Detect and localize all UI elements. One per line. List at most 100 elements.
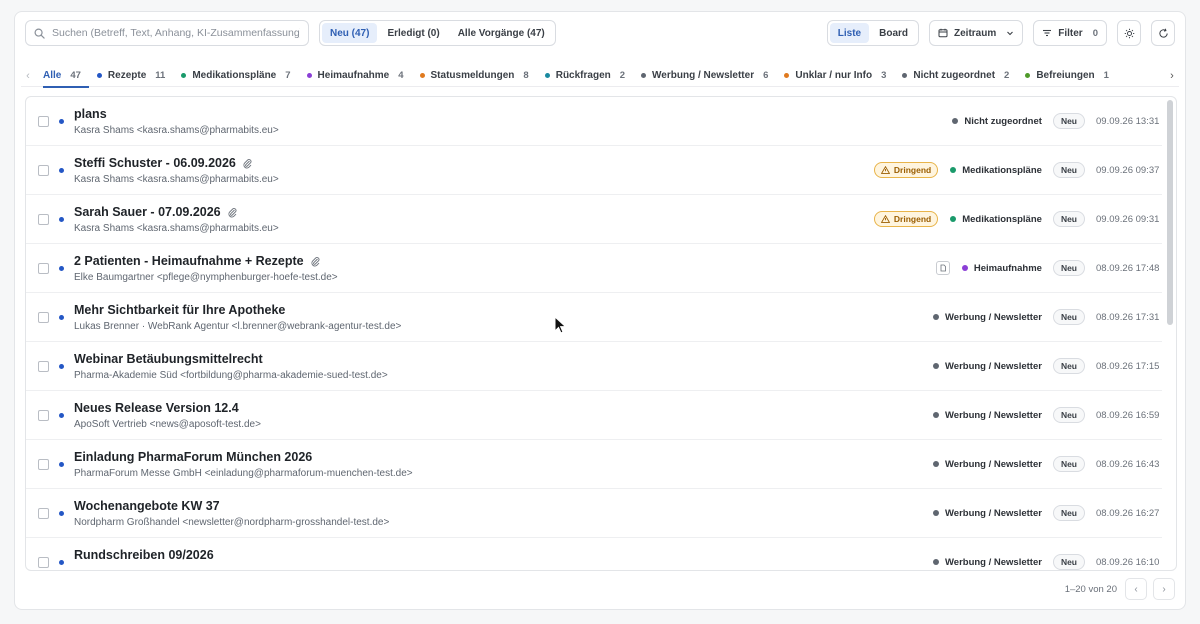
warning-icon bbox=[880, 215, 890, 223]
category-tab[interactable]: Unklar / nur Info 3 bbox=[776, 65, 894, 87]
category-dot bbox=[419, 73, 425, 78]
status-badge: Neu bbox=[1052, 407, 1085, 423]
row-meta: Werbung / Newsletter Neu 08.09.26 16:43 bbox=[932, 455, 1162, 473]
status-badge: Neu bbox=[1052, 554, 1085, 570]
unread-dot bbox=[59, 217, 64, 222]
row-sender: Pharma-Akademie Süd <fortbildung@pharma-… bbox=[74, 370, 388, 381]
category-dot bbox=[961, 265, 968, 271]
table-row[interactable]: Mehr Sichtbarkeit für Ihre Apotheke Lukas… bbox=[26, 293, 1162, 342]
row-meta: Nicht zugeordnet Neu 09.09.26 13:31 bbox=[952, 112, 1162, 130]
row-date: 09.09.26 13:31 bbox=[1096, 115, 1160, 127]
search-box[interactable] bbox=[25, 20, 309, 46]
row-subject-text: plans bbox=[74, 107, 107, 121]
table-row[interactable]: Rundschreiben 09/2026 Werbung / Newslette… bbox=[26, 538, 1162, 570]
category-tab-count: 47 bbox=[70, 70, 81, 81]
category-dot bbox=[1025, 73, 1031, 78]
category-dot bbox=[932, 461, 939, 467]
table-row[interactable]: Steffi Schuster - 06.09.2026 Kasra Shams … bbox=[26, 146, 1162, 195]
row-date: 09.09.26 09:31 bbox=[1096, 213, 1160, 225]
status-badge: Neu bbox=[1052, 505, 1085, 521]
category-dot bbox=[932, 559, 939, 565]
status-filter-all[interactable]: Alle Vorgänge (47) bbox=[450, 23, 553, 43]
status-badge: Neu bbox=[1052, 260, 1085, 276]
row-meta: Heimaufnahme Neu 08.09.26 17:48 bbox=[935, 259, 1162, 277]
category-tab-label: Nicht zugeordnet bbox=[913, 70, 996, 81]
table-row[interactable]: plans Kasra Shams <kasra.shams@pharmabits… bbox=[26, 97, 1162, 146]
row-category: Werbung / Newsletter bbox=[932, 459, 1042, 470]
category-tab-count: 2 bbox=[1004, 70, 1010, 81]
view-board-button[interactable]: Board bbox=[871, 23, 916, 43]
view-toggle: Liste Board bbox=[826, 20, 920, 46]
urgent-badge: Dringend bbox=[873, 211, 939, 227]
category-dot bbox=[932, 510, 939, 516]
document-icon[interactable] bbox=[935, 261, 950, 275]
category-tab-count: 2 bbox=[619, 70, 626, 81]
category-tab[interactable]: Heimaufnahme 4 bbox=[299, 65, 412, 87]
table-row[interactable]: Neues Release Version 12.4 ApoSoft Vertri… bbox=[26, 391, 1162, 440]
unread-dot bbox=[59, 168, 64, 173]
category-tab[interactable]: Statusmeldungen 8 bbox=[412, 65, 537, 87]
row-checkbox[interactable] bbox=[38, 116, 49, 127]
row-checkbox[interactable] bbox=[38, 508, 49, 519]
scrollbar[interactable] bbox=[1167, 100, 1173, 325]
row-subject-text: Mehr Sichtbarkeit für Ihre Apotheke bbox=[74, 303, 286, 317]
row-meta: Werbung / Newsletter Neu 08.09.26 16:27 bbox=[932, 504, 1162, 522]
category-tab[interactable]: Nicht zugeordnet 2 bbox=[894, 65, 1017, 87]
category-tab[interactable]: Werbung / Newsletter 6 bbox=[633, 65, 776, 87]
category-tab[interactable]: Rückfragen 2 bbox=[537, 65, 633, 87]
row-checkbox[interactable] bbox=[38, 214, 49, 225]
row-checkbox[interactable] bbox=[38, 165, 49, 176]
table-row[interactable]: Sarah Sauer - 07.09.2026 Kasra Shams <kas… bbox=[26, 195, 1162, 244]
paperclip-icon bbox=[228, 207, 237, 218]
calendar-icon bbox=[938, 28, 948, 38]
row-category-label: Medikationspläne bbox=[962, 164, 1042, 176]
row-category: Nicht zugeordnet bbox=[952, 116, 1042, 127]
theme-toggle-button[interactable] bbox=[1117, 20, 1141, 46]
row-checkbox[interactable] bbox=[38, 361, 49, 372]
row-date: 08.09.26 17:15 bbox=[1096, 360, 1160, 372]
row-subject-text: Steffi Schuster - 06.09.2026 bbox=[74, 156, 236, 170]
status-filter-new[interactable]: Neu (47) bbox=[322, 23, 378, 43]
next-page-button[interactable]: › bbox=[1153, 578, 1175, 600]
table-row[interactable]: Einladung PharmaForum München 2026 Pharma… bbox=[26, 440, 1162, 489]
refresh-button[interactable] bbox=[1151, 20, 1175, 46]
row-category: Werbung / Newsletter bbox=[932, 361, 1042, 372]
warning-icon bbox=[880, 166, 890, 174]
category-tab[interactable]: Rezepte 11 bbox=[89, 65, 173, 87]
row-date: 08.09.26 16:27 bbox=[1096, 507, 1160, 519]
mouse-cursor-icon bbox=[554, 316, 567, 334]
chevron-right-icon[interactable]: › bbox=[1165, 70, 1179, 82]
status-badge: Neu bbox=[1052, 309, 1085, 325]
status-filter-done[interactable]: Erledigt (0) bbox=[379, 23, 447, 43]
row-meta: Werbung / Newsletter Neu 08.09.26 17:15 bbox=[932, 357, 1162, 375]
table-row[interactable]: Webinar Betäubungsmittelrecht Pharma-Akad… bbox=[26, 342, 1162, 391]
view-list-button[interactable]: Liste bbox=[829, 23, 870, 43]
row-category-label: Nicht zugeordnet bbox=[964, 115, 1042, 127]
message-list: plans Kasra Shams <kasra.shams@pharmabits… bbox=[25, 96, 1177, 571]
toolbar: Neu (47) Erledigt (0) Alle Vorgänge (47)… bbox=[25, 20, 1175, 46]
chevron-left-icon[interactable]: ‹ bbox=[21, 70, 35, 82]
category-tab[interactable]: Befreiungen 1 bbox=[1017, 65, 1117, 87]
category-dot bbox=[181, 73, 187, 78]
table-row[interactable]: 2 Patienten - Heimaufnahme + Rezepte Elke… bbox=[26, 244, 1162, 293]
category-tab-label: Werbung / Newsletter bbox=[652, 70, 755, 81]
table-row[interactable]: Wochenangebote KW 37 Nordpharm Großhandel… bbox=[26, 489, 1162, 538]
row-sender: ApoSoft Vertrieb <news@aposoft-test.de> bbox=[74, 419, 261, 430]
chevron-down-icon bbox=[1007, 31, 1014, 36]
category-tab[interactable]: Medikationspläne 7 bbox=[173, 65, 298, 87]
row-date: 08.09.26 16:10 bbox=[1096, 556, 1160, 568]
row-checkbox[interactable] bbox=[38, 459, 49, 470]
row-checkbox[interactable] bbox=[38, 410, 49, 421]
timerange-dropdown[interactable]: Zeitraum bbox=[929, 20, 1024, 46]
category-tab-label: Befreiungen bbox=[1036, 70, 1095, 81]
row-subject: Sarah Sauer - 07.09.2026 bbox=[74, 205, 237, 219]
row-subject-text: 2 Patienten - Heimaufnahme + Rezepte bbox=[74, 254, 304, 268]
row-checkbox[interactable] bbox=[38, 263, 49, 274]
prev-page-button[interactable]: ‹ bbox=[1125, 578, 1147, 600]
search-input[interactable] bbox=[52, 27, 300, 39]
row-sender: Lukas Brenner · WebRank Agentur <l.brenn… bbox=[74, 321, 402, 332]
row-checkbox[interactable] bbox=[38, 312, 49, 323]
filter-button[interactable]: Filter 0 bbox=[1033, 20, 1107, 46]
category-tab[interactable]: Alle 47 bbox=[35, 65, 89, 88]
row-checkbox[interactable] bbox=[38, 557, 49, 568]
